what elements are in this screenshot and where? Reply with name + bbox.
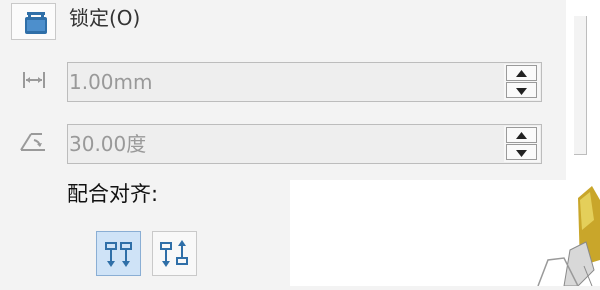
angle-icon — [18, 128, 50, 156]
aligned-button[interactable] — [96, 231, 141, 276]
distance-decrease-button[interactable] — [506, 82, 537, 98]
anti-aligned-icon — [160, 240, 188, 267]
angle-value: 30.00度 — [69, 132, 147, 156]
distance-icon — [18, 66, 50, 94]
arrow-up-icon — [516, 70, 527, 77]
aligned-icon — [105, 242, 132, 267]
anti-aligned-button[interactable] — [152, 231, 197, 276]
distance-spinner — [504, 64, 540, 100]
panel-scroll-edge — [574, 16, 587, 155]
angle-decrease-button[interactable] — [506, 144, 537, 160]
angle-field[interactable]: 30.00度 — [67, 124, 542, 164]
lock-button[interactable] — [11, 3, 56, 40]
arrow-down-icon — [516, 88, 527, 95]
distance-field[interactable]: 1.00mm — [67, 62, 542, 102]
distance-increase-button[interactable] — [506, 65, 537, 81]
distance-value: 1.00mm — [69, 70, 153, 94]
angle-increase-button[interactable] — [506, 127, 537, 143]
angle-spinner — [504, 126, 540, 162]
arrow-up-icon — [516, 132, 527, 139]
lock-icon — [25, 12, 47, 34]
mate-alignment-label: 配合对齐: — [67, 182, 159, 206]
lock-label: 锁定(O) — [69, 6, 141, 30]
arrow-down-icon — [516, 150, 527, 157]
part-3d-model[interactable] — [520, 180, 600, 287]
